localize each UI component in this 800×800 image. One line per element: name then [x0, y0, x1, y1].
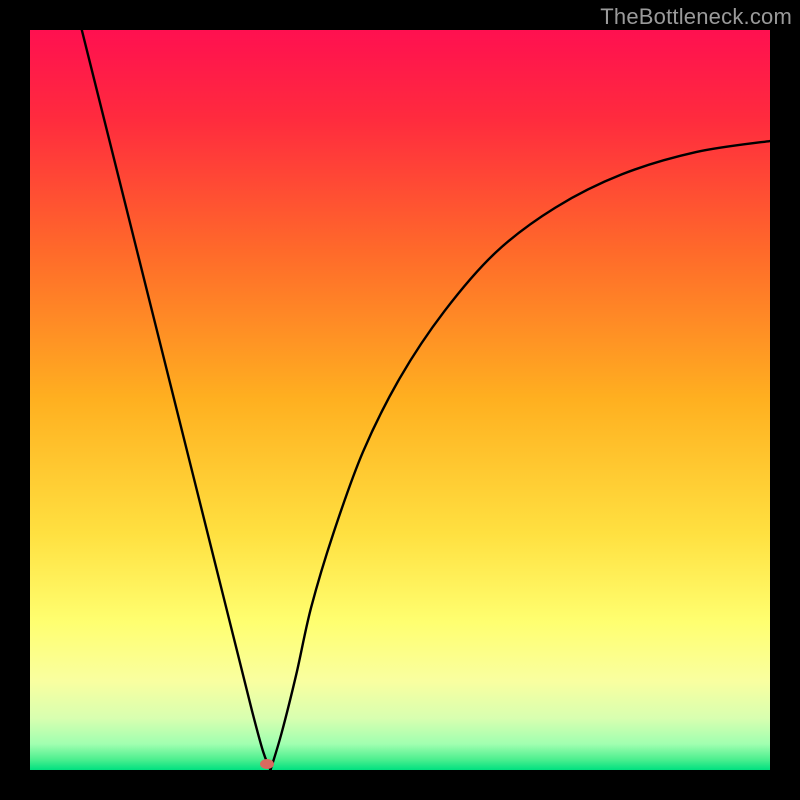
minimum-marker — [260, 759, 274, 769]
curve-layer — [30, 30, 770, 770]
curve-right-branch — [271, 141, 771, 770]
chart-frame: TheBottleneck.com — [0, 0, 800, 800]
curve-left-branch — [82, 30, 271, 770]
watermark-text: TheBottleneck.com — [600, 4, 792, 30]
plot-area — [30, 30, 770, 770]
